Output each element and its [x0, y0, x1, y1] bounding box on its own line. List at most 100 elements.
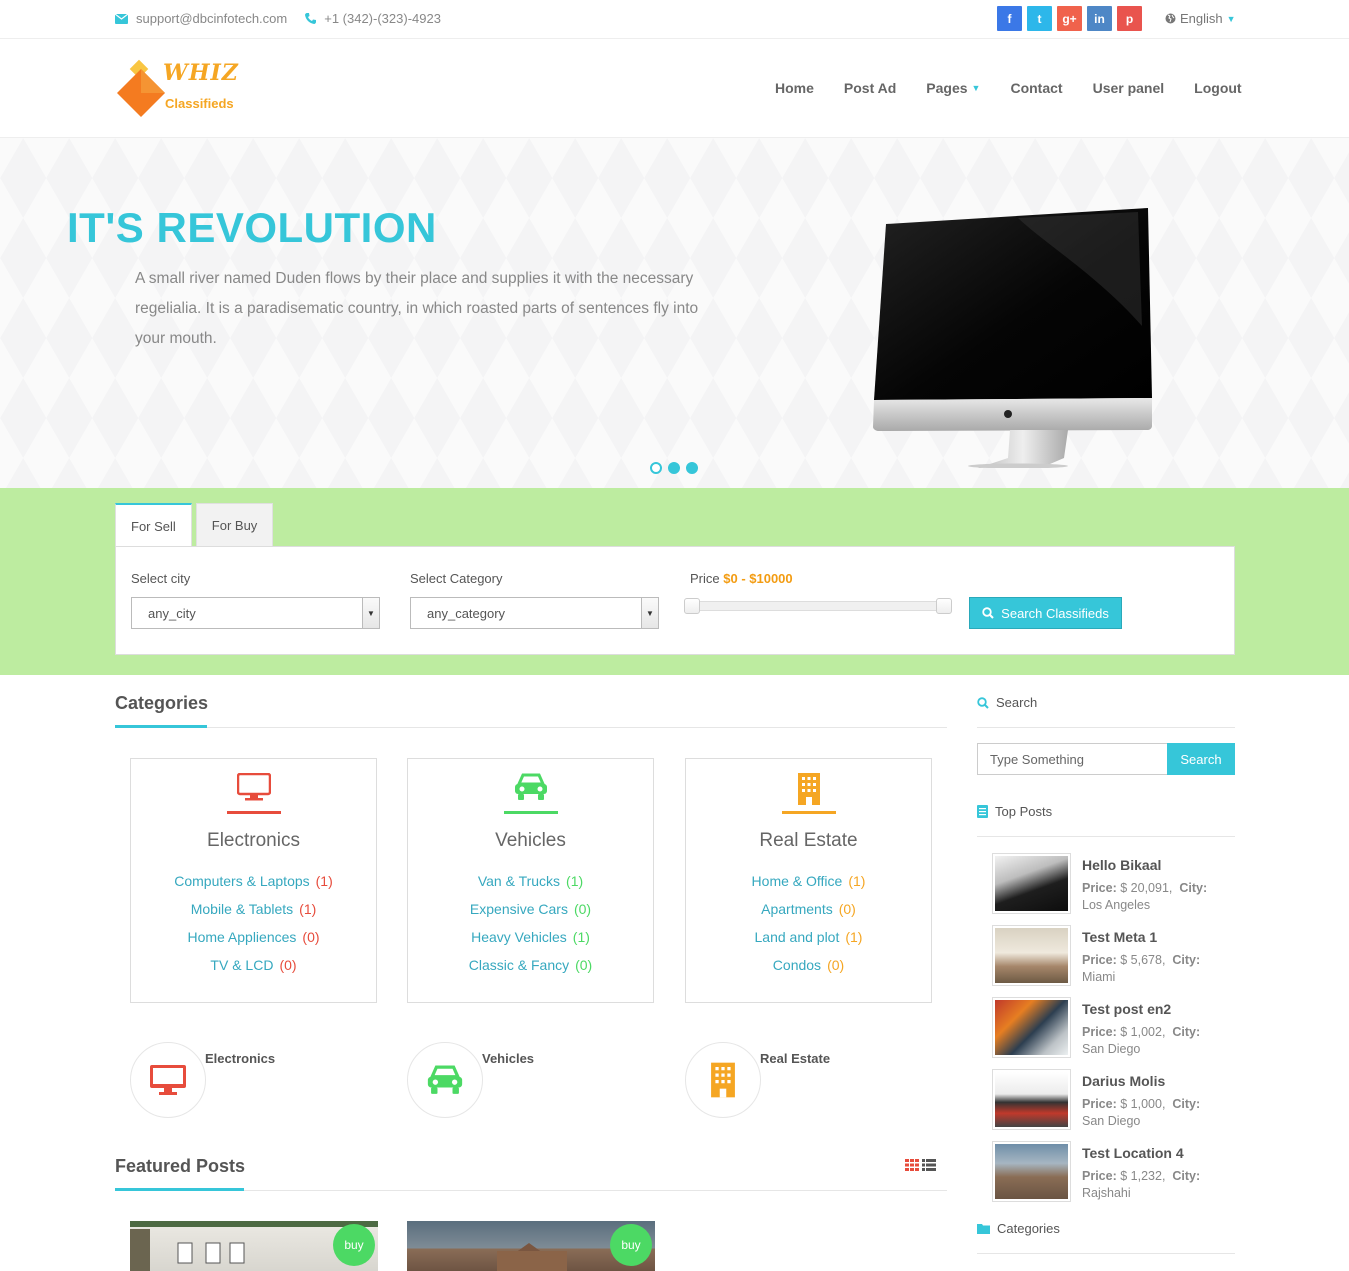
- grid-view-icon[interactable]: [905, 1159, 919, 1171]
- twitter-icon: t: [1037, 11, 1042, 26]
- price-slider-max-handle[interactable]: [936, 598, 952, 614]
- nav-contact[interactable]: Contact: [1010, 80, 1062, 96]
- price-label: Price:: [1082, 1025, 1117, 1039]
- subcategory-link[interactable]: Mobile & Tablets (1): [131, 895, 376, 923]
- linkedin-button[interactable]: in: [1087, 6, 1112, 31]
- top-post-meta: Price: $ 5,678, City: Miami: [1082, 952, 1232, 986]
- nav-post-ad[interactable]: Post Ad: [844, 80, 896, 96]
- price-label: Price:: [1082, 1097, 1117, 1111]
- category-circle-vehicles[interactable]: [407, 1042, 483, 1118]
- subcategory-link[interactable]: Heavy Vehicles (1): [408, 923, 653, 951]
- tab-for-sell[interactable]: For Sell: [115, 503, 192, 548]
- facebook-button[interactable]: f: [997, 6, 1022, 31]
- category-circle-label[interactable]: Electronics: [205, 1051, 275, 1066]
- language-selector[interactable]: English ▼: [1165, 11, 1236, 26]
- subcategory-label: Heavy Vehicles: [471, 929, 567, 945]
- subcategory-label: Classic & Fancy: [468, 957, 570, 973]
- nav-home[interactable]: Home: [775, 80, 814, 96]
- top-post-item[interactable]: Darius Molis Price: $ 1,000, City: San Die…: [992, 1069, 1237, 1130]
- car-icon: [514, 773, 547, 800]
- subcategory-link[interactable]: Van & Trucks (1): [408, 867, 653, 895]
- email-contact[interactable]: support@dbcinfotech.com: [115, 11, 287, 26]
- list-icon: [977, 805, 988, 818]
- city-label: City:: [1172, 1169, 1201, 1183]
- logo-tagline: Classifieds: [165, 96, 234, 111]
- featured-post-card[interactable]: buy: [130, 1221, 378, 1271]
- tab-for-buy[interactable]: For Buy: [195, 503, 274, 547]
- category-circle-electronics[interactable]: [130, 1042, 206, 1118]
- google-plus-button[interactable]: g+: [1057, 6, 1082, 31]
- list-view-icon[interactable]: [922, 1159, 936, 1171]
- price-label: Price $0 - $10000: [690, 571, 793, 586]
- top-post-price: $ 1,232,: [1120, 1169, 1166, 1183]
- linkedin-icon: in: [1094, 11, 1105, 26]
- category-circle-label[interactable]: Vehicles: [482, 1051, 534, 1066]
- sidebar-search-input[interactable]: Type Something: [977, 743, 1168, 775]
- subcategory-link[interactable]: TV & LCD (0): [131, 951, 376, 979]
- sidebar-divider: [977, 727, 1235, 728]
- subcategory-link[interactable]: Apartments (0): [686, 895, 931, 923]
- post-badge: buy: [610, 1224, 652, 1266]
- subcategory-label: Condos: [772, 957, 822, 973]
- city-label: City:: [1172, 1025, 1201, 1039]
- top-post-thumbnail: [992, 925, 1071, 986]
- category-card-electronics: Electronics Computers & Laptops (1) Mobile…: [130, 758, 377, 1003]
- slider-dot[interactable]: [668, 462, 680, 474]
- top-post-thumbnail: [992, 1069, 1071, 1130]
- subcategory-label: Apartments: [761, 901, 833, 917]
- top-post-item[interactable]: Test post en2 Price: $ 1,002, City: San Di…: [992, 997, 1237, 1058]
- nav-user-panel[interactable]: User panel: [1093, 80, 1165, 96]
- pinterest-icon: p: [1125, 11, 1134, 26]
- city-label: Select city: [131, 571, 191, 586]
- search-icon: [977, 696, 989, 709]
- subcategory-link[interactable]: Expensive Cars (0): [408, 895, 653, 923]
- slider-dot[interactable]: [686, 462, 698, 474]
- subcategory-list: Van & Trucks (1) Expensive Cars (0) Heavy Ve…: [408, 867, 653, 979]
- category-circle-real-estate[interactable]: [685, 1042, 761, 1118]
- nav-logout[interactable]: Logout: [1194, 80, 1241, 96]
- monitor-icon: [150, 1065, 186, 1095]
- subcategory-link[interactable]: Land and plot (1): [686, 923, 931, 951]
- sidebar-search-button[interactable]: Search: [1167, 743, 1235, 775]
- building-icon: [711, 1062, 735, 1098]
- featured-post-card[interactable]: buy: [407, 1221, 655, 1271]
- price-slider[interactable]: [684, 598, 952, 614]
- subcategory-label: Home Appliences: [187, 929, 297, 945]
- pinterest-button[interactable]: p: [1117, 6, 1142, 31]
- category-select[interactable]: any_category ▼: [410, 597, 659, 629]
- twitter-button[interactable]: t: [1027, 6, 1052, 31]
- search-classifieds-button[interactable]: Search Classifieds: [969, 597, 1122, 629]
- globe-icon: [1165, 13, 1176, 24]
- city-select[interactable]: any_city ▼: [131, 597, 380, 629]
- category-label: Select Category: [410, 571, 503, 586]
- top-post-title: Darius Molis: [1082, 1073, 1166, 1089]
- subcategory-label: TV & LCD: [210, 957, 274, 973]
- top-post-item[interactable]: Test Meta 1 Price: $ 5,678, City: Miami: [992, 925, 1237, 986]
- subcategory-label: Mobile & Tablets: [190, 901, 294, 917]
- subcategory-count: (0): [827, 957, 845, 973]
- phone-contact[interactable]: +1 (342)-(323)-4923: [305, 11, 441, 26]
- subcategory-list: Computers & Laptops (1) Mobile & Tablets (1…: [131, 867, 376, 979]
- top-post-meta: Price: $ 1,002, City: San Diego: [1082, 1024, 1232, 1058]
- search-tabs: For Sell For Buy: [115, 503, 274, 548]
- subcategory-link[interactable]: Classic & Fancy (0): [408, 951, 653, 979]
- price-slider-min-handle[interactable]: [684, 598, 700, 614]
- nav-pages[interactable]: Pages ▼: [926, 80, 980, 96]
- slider-dot[interactable]: [650, 462, 662, 474]
- subcategory-link[interactable]: Computers & Laptops (1): [131, 867, 376, 895]
- top-post-item[interactable]: Hello Bikaal Price: $ 20,091, City: Los An…: [992, 853, 1237, 914]
- envelope-icon: [115, 13, 128, 24]
- logo[interactable]: WHIZ Classifieds: [115, 55, 245, 121]
- search-icon: [982, 607, 994, 619]
- top-post-item[interactable]: Test Location 4 Price: $ 1,232, City: Rajs…: [992, 1141, 1237, 1202]
- social-links: f t g+ in p: [997, 6, 1142, 31]
- top-post-meta: Price: $ 1,000, City: San Diego: [1082, 1096, 1232, 1130]
- category-circle-label[interactable]: Real Estate: [760, 1051, 830, 1066]
- site-header: WHIZ Classifieds Home Post Ad Pages ▼ Con…: [0, 39, 1349, 138]
- price-label-text: Price: [690, 571, 720, 586]
- sidebar-categories-heading: Categories: [977, 1221, 1060, 1236]
- main-nav: Home Post Ad Pages ▼ Contact User panel L…: [775, 80, 1242, 96]
- subcategory-link[interactable]: Condos (0): [686, 951, 931, 979]
- subcategory-link[interactable]: Home Appliences (0): [131, 923, 376, 951]
- subcategory-link[interactable]: Home & Office (1): [686, 867, 931, 895]
